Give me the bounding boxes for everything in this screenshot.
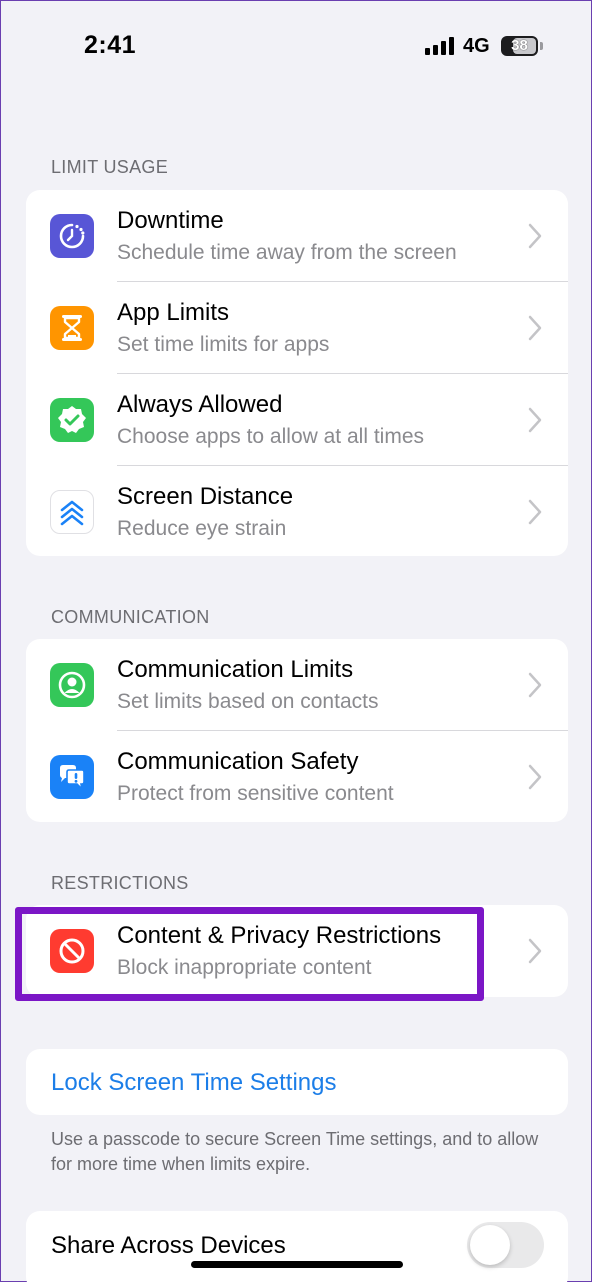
cellular-signal-icon <box>425 37 455 55</box>
chevrons-up-icon <box>50 490 94 534</box>
section-header-communication: COMMUNICATION <box>51 607 210 627</box>
row-subtitle: Protect from sensitive content <box>117 782 394 805</box>
row-subtitle: Set time limits for apps <box>117 333 330 356</box>
chat-bubble-exclamation-icon <box>50 755 94 799</box>
share-across-devices-label: Share Across Devices <box>51 1232 286 1259</box>
chevron-right-icon <box>528 672 542 698</box>
row-title: Communication Safety <box>117 748 359 775</box>
battery-icon: 38 <box>501 36 538 56</box>
row-screen-distance[interactable]: Screen Distance Reduce eye strain <box>26 466 568 558</box>
section-header-limit-usage: LIMIT USAGE <box>51 157 168 177</box>
row-subtitle: Set limits based on contacts <box>117 690 379 713</box>
battery-level: 38 <box>511 37 528 54</box>
limit-usage-group: Downtime Schedule time away from the scr… <box>26 190 568 556</box>
lock-screen-time-footnote: Use a passcode to secure Screen Time set… <box>51 1129 539 1174</box>
status-bar: 2:41 4G 38 <box>1 1 591 93</box>
row-communication-limits[interactable]: Communication Limits Set limits based on… <box>26 639 568 731</box>
chevron-right-icon <box>528 499 542 525</box>
share-across-devices-row: Share Across Devices <box>26 1211 568 1282</box>
network-type: 4G <box>463 35 490 57</box>
lock-screen-time-settings-label: Lock Screen Time Settings <box>51 1069 337 1096</box>
row-downtime[interactable]: Downtime Schedule time away from the scr… <box>26 190 568 282</box>
chevron-right-icon <box>528 938 542 964</box>
row-app-limits[interactable]: App Limits Set time limits for apps <box>26 282 568 374</box>
hourglass-icon <box>50 306 94 350</box>
status-time: 2:41 <box>84 31 137 59</box>
share-across-devices-toggle[interactable] <box>467 1222 544 1268</box>
row-title: Communication Limits <box>117 656 354 683</box>
row-subtitle: Choose apps to allow at all times <box>117 425 424 448</box>
row-subtitle: Reduce eye strain <box>117 517 287 540</box>
chevron-right-icon <box>528 407 542 433</box>
home-indicator <box>191 1261 403 1268</box>
highlight-box <box>15 907 484 1001</box>
chevron-right-icon <box>528 315 542 341</box>
communication-group: Communication Limits Set limits based on… <box>26 639 568 822</box>
row-title: Downtime <box>117 207 224 234</box>
chevron-right-icon <box>528 764 542 790</box>
battery-tip <box>540 42 543 50</box>
row-title: Screen Distance <box>117 483 294 510</box>
checkmark-seal-icon <box>50 398 94 442</box>
chevron-right-icon <box>528 223 542 249</box>
row-always-allowed[interactable]: Always Allowed Choose apps to allow at a… <box>26 374 568 466</box>
row-subtitle: Schedule time away from the screen <box>117 241 457 264</box>
row-communication-safety[interactable]: Communication Safety Protect from sensit… <box>26 731 568 823</box>
toggle-knob <box>470 1225 510 1265</box>
person-circle-icon <box>50 663 94 707</box>
downtime-icon <box>50 214 94 258</box>
row-title: Always Allowed <box>117 391 283 418</box>
lock-screen-time-settings-button[interactable]: Lock Screen Time Settings <box>26 1049 568 1115</box>
section-header-restrictions: RESTRICTIONS <box>51 873 189 893</box>
row-title: App Limits <box>117 299 230 326</box>
